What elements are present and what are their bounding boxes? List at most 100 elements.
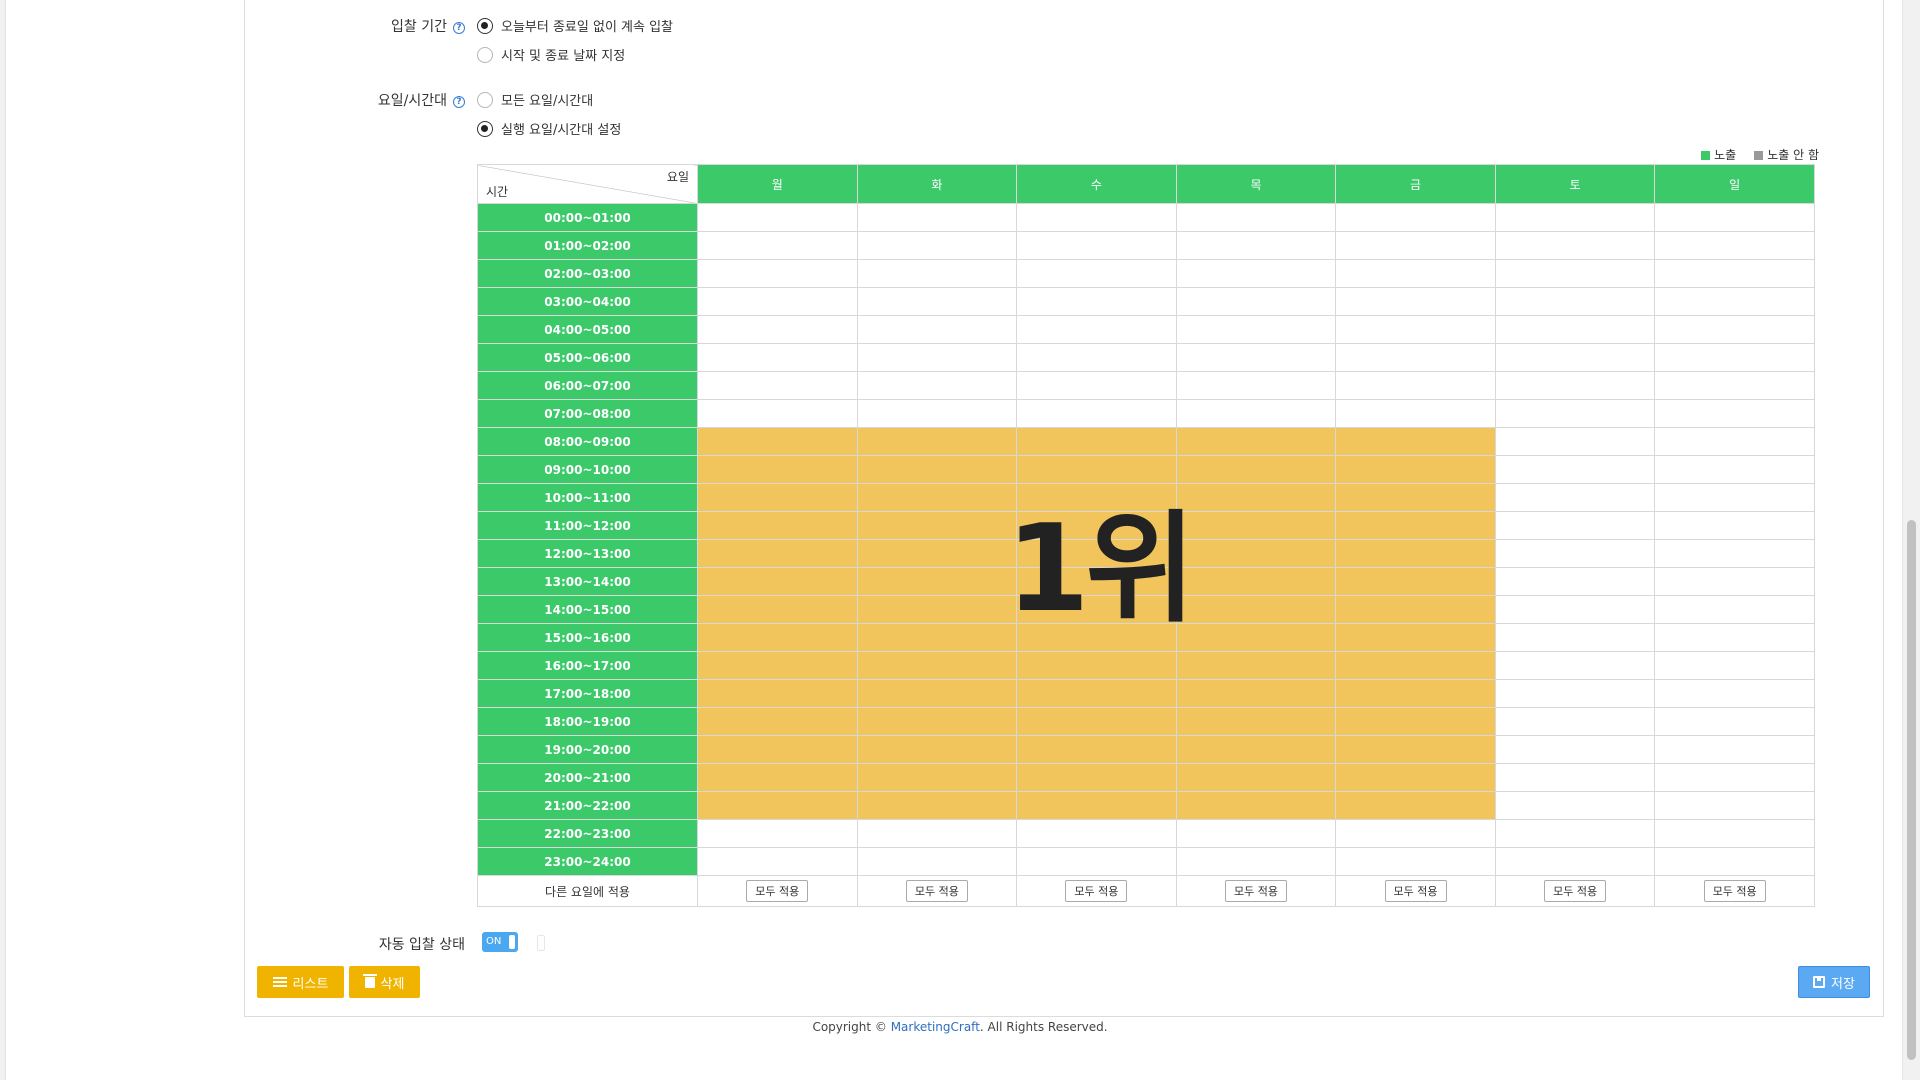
time-slot-label[interactable]: 05:00~06:00 (477, 343, 698, 372)
schedule-cell[interactable] (1654, 399, 1815, 428)
vertical-scrollbar[interactable] (1902, 0, 1920, 1080)
schedule-cell-selected[interactable] (1175, 791, 1337, 820)
schedule-cell-selected[interactable] (856, 623, 1018, 652)
schedule-cell[interactable] (1016, 399, 1177, 428)
schedule-cell[interactable] (1494, 623, 1656, 652)
schedule-cell[interactable] (1016, 847, 1177, 876)
time-slot-label[interactable]: 07:00~08:00 (477, 399, 698, 428)
schedule-cell-selected[interactable] (856, 679, 1018, 708)
schedule-cell[interactable] (1335, 399, 1496, 428)
schedule-cell-selected[interactable] (856, 539, 1018, 568)
schedule-cell-selected[interactable] (1016, 651, 1177, 680)
schedule-cell[interactable] (1175, 231, 1337, 260)
schedule-cell[interactable] (1016, 259, 1177, 288)
time-slot-label[interactable]: 08:00~09:00 (477, 427, 698, 456)
schedule-cell[interactable] (856, 343, 1018, 372)
schedule-cell[interactable] (1016, 343, 1177, 372)
schedule-cell-selected[interactable] (1175, 735, 1337, 764)
schedule-cell[interactable] (856, 203, 1018, 232)
schedule-cell-selected[interactable] (1175, 763, 1337, 792)
schedule-cell[interactable] (856, 315, 1018, 344)
schedule-cell-selected[interactable] (1335, 455, 1496, 484)
schedule-cell[interactable] (1654, 371, 1815, 400)
schedule-cell-selected[interactable] (1175, 679, 1337, 708)
schedule-cell-selected[interactable] (1016, 735, 1177, 764)
schedule-cell[interactable] (1175, 259, 1337, 288)
schedule-cell-selected[interactable] (1335, 763, 1496, 792)
apply-all-button[interactable]: 모두 적용 (746, 880, 809, 902)
schedule-cell-selected[interactable] (856, 791, 1018, 820)
time-slot-label[interactable]: 23:00~24:00 (477, 847, 698, 876)
schedule-cell[interactable] (1175, 203, 1337, 232)
schedule-cell[interactable] (1335, 259, 1496, 288)
schedule-cell[interactable] (1494, 679, 1656, 708)
schedule-cell-selected[interactable] (697, 511, 858, 540)
schedule-cell[interactable] (1654, 735, 1815, 764)
schedule-cell[interactable] (1494, 819, 1656, 848)
schedule-cell-selected[interactable] (1016, 791, 1177, 820)
schedule-cell[interactable] (1654, 455, 1815, 484)
schedule-cell[interactable] (697, 203, 858, 232)
schedule-cell-selected[interactable] (856, 483, 1018, 512)
schedule-cell[interactable] (1175, 343, 1337, 372)
radio-dayparting-custom[interactable]: 실행 요일/시간대 설정 (477, 119, 621, 138)
time-slot-label[interactable]: 02:00~03:00 (477, 259, 698, 288)
schedule-cell-selected[interactable] (856, 511, 1018, 540)
schedule-cell[interactable] (1654, 427, 1815, 456)
schedule-cell-selected[interactable] (697, 735, 858, 764)
help-icon[interactable]: ? (453, 96, 465, 108)
schedule-cell-selected[interactable] (856, 763, 1018, 792)
schedule-cell[interactable] (1494, 315, 1656, 344)
schedule-cell-selected[interactable] (1175, 623, 1337, 652)
schedule-cell-selected[interactable] (1335, 511, 1496, 540)
schedule-cell[interactable] (1335, 371, 1496, 400)
schedule-cell[interactable] (856, 819, 1018, 848)
schedule-cell-selected[interactable] (856, 567, 1018, 596)
schedule-cell-selected[interactable] (1335, 595, 1496, 624)
schedule-cell[interactable] (1494, 847, 1656, 876)
schedule-cell-selected[interactable] (1335, 567, 1496, 596)
schedule-cell-selected[interactable] (1335, 735, 1496, 764)
schedule-cell-selected[interactable] (697, 623, 858, 652)
schedule-cell[interactable] (697, 399, 858, 428)
schedule-cell[interactable] (856, 371, 1018, 400)
schedule-cell-selected[interactable] (697, 679, 858, 708)
auto-bid-toggle[interactable]: ON (482, 932, 518, 952)
schedule-cell[interactable] (697, 259, 858, 288)
schedule-cell[interactable] (1335, 231, 1496, 260)
schedule-cell-selected[interactable] (856, 427, 1018, 456)
schedule-cell[interactable] (1494, 371, 1656, 400)
schedule-cell-selected[interactable] (856, 735, 1018, 764)
time-slot-label[interactable]: 09:00~10:00 (477, 455, 698, 484)
schedule-cell[interactable] (856, 231, 1018, 260)
apply-all-button[interactable]: 모두 적용 (1544, 880, 1607, 902)
schedule-cell[interactable] (1175, 847, 1337, 876)
schedule-cell[interactable] (1175, 371, 1337, 400)
schedule-cell[interactable] (1654, 287, 1815, 316)
schedule-cell-selected[interactable] (856, 707, 1018, 736)
time-slot-label[interactable]: 17:00~18:00 (477, 679, 698, 708)
schedule-cell-selected[interactable] (1175, 511, 1337, 540)
schedule-cell[interactable] (1335, 847, 1496, 876)
help-icon[interactable]: ? (453, 22, 465, 34)
schedule-cell-selected[interactable] (697, 651, 858, 680)
schedule-cell-selected[interactable] (1016, 595, 1177, 624)
schedule-cell-selected[interactable] (697, 791, 858, 820)
day-header[interactable]: 토 (1494, 164, 1656, 204)
apply-all-button[interactable]: 모두 적용 (1224, 880, 1287, 902)
day-header[interactable]: 월 (697, 164, 858, 204)
schedule-cell[interactable] (1175, 315, 1337, 344)
schedule-cell[interactable] (1016, 315, 1177, 344)
schedule-cell[interactable] (1654, 651, 1815, 680)
schedule-cell[interactable] (1494, 427, 1656, 456)
schedule-cell[interactable] (1494, 511, 1656, 540)
schedule-cell-selected[interactable] (1335, 679, 1496, 708)
schedule-cell-selected[interactable] (856, 651, 1018, 680)
radio-selected-icon[interactable] (477, 120, 493, 137)
time-slot-label[interactable]: 18:00~19:00 (477, 707, 698, 736)
schedule-cell[interactable] (1654, 567, 1815, 596)
schedule-cell-selected[interactable] (1016, 455, 1177, 484)
time-slot-label[interactable]: 14:00~15:00 (477, 595, 698, 624)
day-header[interactable]: 수 (1016, 164, 1177, 204)
schedule-cell[interactable] (1335, 203, 1496, 232)
